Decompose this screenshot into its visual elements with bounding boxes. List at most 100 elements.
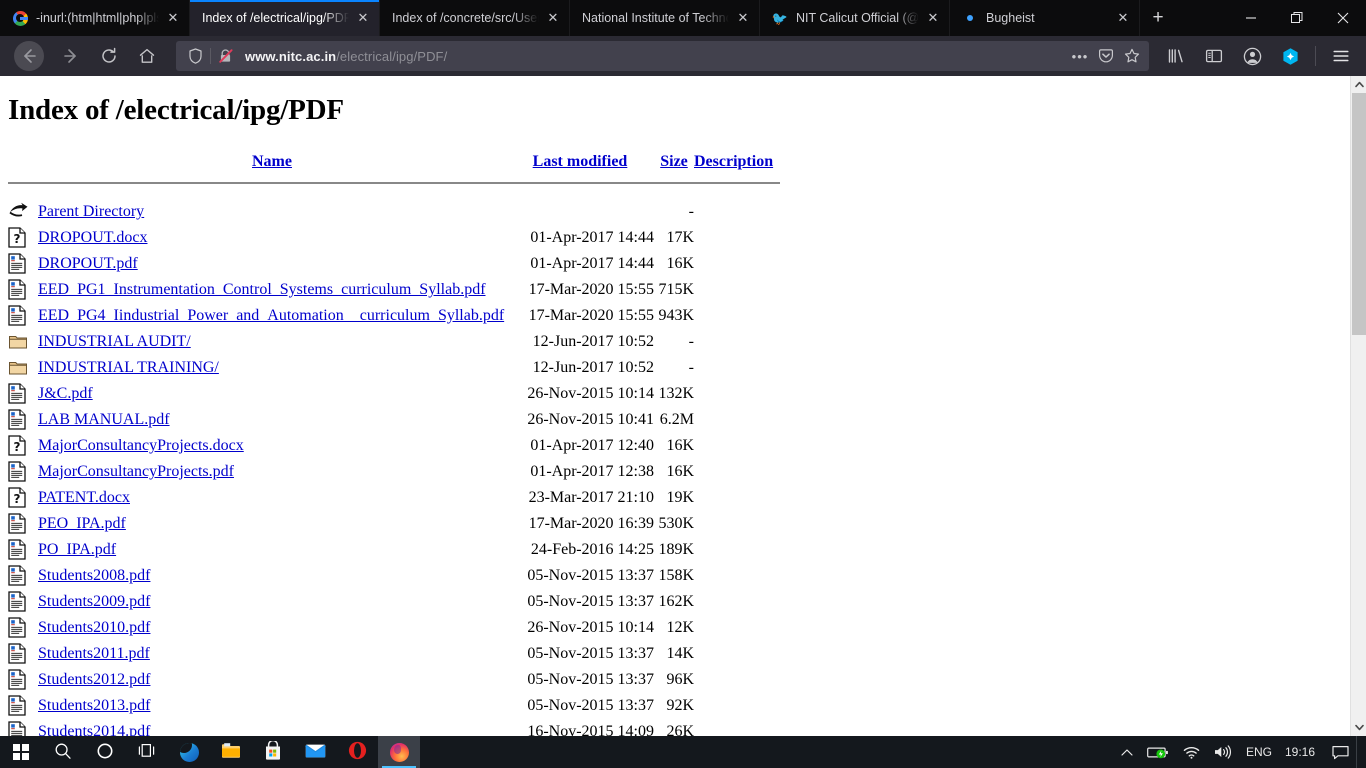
tab-title: Index of /concrete/src/User [392,11,539,25]
description-cell [694,589,780,615]
file-link[interactable]: MajorConsultancyProjects.docx [38,437,244,454]
library-icon[interactable] [1159,41,1193,71]
file-link[interactable]: INDUSTRIAL TRAINING/ [38,359,219,376]
file-link[interactable]: MajorConsultancyProjects.pdf [38,463,234,480]
tab-close-button[interactable]: ✕ [353,8,373,28]
back-button[interactable] [14,41,44,71]
tab-close-button[interactable]: ✕ [163,8,183,28]
last-modified-cell: 16-Nov-2015 14:09 [527,723,654,736]
text-file-icon [8,719,38,736]
cortana-button[interactable] [84,736,126,768]
browser-tab-4[interactable]: National Institute of Technolo ✕ [570,0,760,36]
start-button[interactable] [0,736,42,768]
sort-by-name-link[interactable]: Name [252,153,292,170]
url-path: /electrical/ipg/PDF/ [336,48,448,64]
wifi-icon[interactable] [1176,736,1207,768]
shield-icon[interactable] [182,43,208,69]
header-name[interactable]: Name [38,127,506,173]
file-link[interactable]: J&C.pdf [38,385,93,402]
file-link[interactable]: EED_PG4_Iindustrial_Power_and_Automation… [38,307,504,324]
browser-tab-2-active[interactable]: Index of /electrical/ipg/PDF ✕ [190,0,380,36]
sort-by-size-link[interactable]: Size [660,153,688,170]
header-size[interactable]: Size [654,127,694,173]
file-link[interactable]: EED_PG1_Instrumentation_Control_Systems_… [38,281,486,298]
size-cell: 715K [658,281,694,298]
file-link[interactable]: LAB MANUAL.pdf [38,411,170,428]
tab-title: Bugheist [986,11,1035,25]
tab-close-button[interactable]: ✕ [733,8,753,28]
restore-icon[interactable] [1274,0,1320,36]
file-link[interactable]: Students2011.pdf [38,645,150,662]
file-link[interactable]: PATENT.docx [38,489,130,506]
reload-button[interactable] [92,41,126,71]
size-cell: 132K [658,385,694,402]
file-link[interactable]: PEO_IPA.pdf [38,515,126,532]
show-hidden-icons-icon[interactable] [1114,736,1140,768]
file-link[interactable]: PO_IPA.pdf [38,541,116,558]
battery-icon[interactable] [1140,736,1176,768]
browser-tab-1[interactable]: -inurl:(htm|html|php|pls|t ✕ [0,0,190,36]
file-link[interactable]: Students2009.pdf [38,593,150,610]
file-link[interactable]: Students2008.pdf [38,567,150,584]
file-link[interactable]: Students2012.pdf [38,671,150,688]
file-link[interactable]: Students2013.pdf [38,697,150,714]
address-bar[interactable]: www.nitc.ac.in/electrical/ipg/PDF/ ••• [176,41,1149,71]
opera-button[interactable] [336,736,378,768]
file-link[interactable]: DROPOUT.pdf [38,255,138,272]
tab-close-button[interactable]: ✕ [1113,8,1133,28]
size-cell: 943K [658,307,694,324]
file-link[interactable]: DROPOUT.docx [38,229,147,246]
clock[interactable]: 19:16 [1279,736,1325,768]
tab-title: National Institute of Technolo [582,11,729,25]
show-desktop-button[interactable] [1356,736,1362,768]
new-tab-button[interactable]: + [1140,0,1176,36]
search-button[interactable] [42,736,84,768]
extension-icon[interactable] [1273,41,1307,71]
microsoft-store-button[interactable] [252,736,294,768]
pocket-icon[interactable] [1093,43,1119,69]
browser-tab-3[interactable]: Index of /concrete/src/User ✕ [380,0,570,36]
file-link[interactable]: Students2014.pdf [38,723,150,736]
header-description[interactable]: Description [694,127,780,173]
forward-button[interactable] [54,41,88,71]
sort-by-date-link[interactable]: Last modified [533,153,628,170]
edge-button[interactable] [168,736,210,768]
home-button[interactable] [130,41,164,71]
size-cell: 189K [658,541,694,558]
last-modified-cell: 26-Nov-2015 10:41 [527,411,654,428]
tab-close-button[interactable]: ✕ [923,8,943,28]
file-link[interactable]: INDUSTRIAL AUDIT/ [38,333,191,350]
tab-close-button[interactable]: ✕ [543,8,563,28]
volume-icon[interactable] [1207,736,1239,768]
scroll-up-icon[interactable] [1351,76,1366,93]
browser-tab-6[interactable]: Bugheist ✕ [950,0,1140,36]
action-center-icon[interactable] [1325,736,1356,768]
scroll-down-icon[interactable] [1351,719,1366,736]
mail-button[interactable] [294,736,336,768]
sort-by-description-link[interactable]: Description [694,153,773,170]
task-view-button[interactable] [126,736,168,768]
file-link[interactable]: Students2010.pdf [38,619,150,636]
size-cell: 16K [666,437,694,454]
close-icon[interactable] [1320,0,1366,36]
url-text[interactable]: www.nitc.ac.in/electrical/ipg/PDF/ [239,49,1067,64]
scrollbar-thumb[interactable] [1352,93,1366,335]
insecure-lock-icon[interactable] [213,43,239,69]
sidebar-icon[interactable] [1197,41,1231,71]
browser-tab-5[interactable]: 🐦 NIT Calicut Official (@nit ✕ [760,0,950,36]
vertical-scrollbar[interactable] [1350,76,1366,736]
size-cell: 158K [658,567,694,584]
minimize-icon[interactable] [1228,0,1274,36]
firefox-button[interactable] [378,736,420,768]
tab-title: Index of /electrical/ipg/PDF [202,11,349,25]
page-actions-icon[interactable]: ••• [1067,43,1093,69]
hamburger-menu-icon[interactable] [1324,41,1358,71]
account-icon[interactable] [1235,41,1269,71]
header-last-modified[interactable]: Last modified [506,127,654,173]
file-explorer-button[interactable] [210,736,252,768]
language-indicator[interactable]: ENG [1239,736,1279,768]
last-modified-cell [506,199,654,225]
star-icon[interactable] [1119,43,1145,69]
table-row: PEO_IPA.pdf 17-Mar-2020 16:39 530K [8,511,780,537]
file-link[interactable]: Parent Directory [38,203,144,220]
